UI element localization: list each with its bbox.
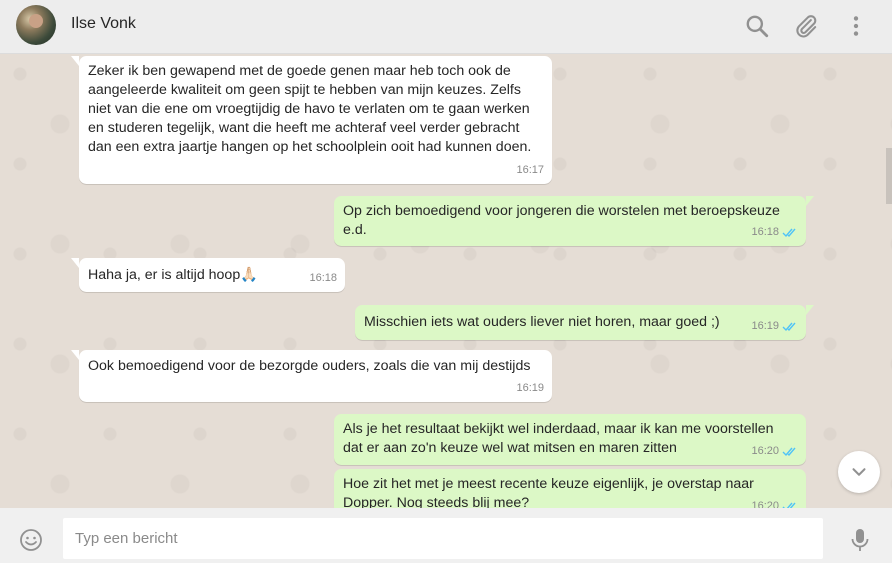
message-time: 16:17 [516,164,544,176]
chat-header: Ilse Vonk [0,0,892,54]
chevron-down-icon [852,468,866,476]
contact-avatar[interactable] [16,5,56,45]
menu-icon[interactable] [843,13,869,39]
message-text: Haha ja, er is altijd hoop🙏🏻 [88,267,258,283]
read-ticks-icon [782,322,796,332]
message-outgoing[interactable]: Als je het resultaat bekijkt wel inderda… [334,414,806,465]
message-incoming[interactable]: Ook bemoedigend voor de bezorgde ouders,… [71,350,552,402]
attach-icon[interactable] [793,13,819,39]
chat-panel[interactable]: Zeker ik ben gewapend met de goede genen… [0,54,892,508]
message-time: 16:18 [751,223,798,242]
composer-bar [0,508,892,563]
read-ticks-icon [782,447,796,457]
message-outgoing[interactable]: Op zich bemoedigend voor jongeren die wo… [334,196,814,246]
scroll-down-button[interactable] [838,451,880,493]
scrollbar-thumb[interactable] [886,148,892,204]
read-ticks-icon [782,228,796,238]
message-text: Hoe zit het met je meest recente keuze e… [343,476,754,508]
message-time: 16:19 [516,382,544,394]
message-time: 16:20 [751,442,798,461]
message-text: Ook bemoedigend voor de bezorgde ouders,… [88,358,531,374]
message-time: 16:18 [309,272,337,284]
message-time: 16:20 [751,497,798,508]
contact-name[interactable]: Ilse Vonk [71,15,136,33]
message-text: Zeker ik ben gewapend met de goede genen… [88,63,532,155]
message-text: Als je het resultaat bekijkt wel inderda… [343,421,774,456]
message-input[interactable] [63,518,823,559]
microphone-icon[interactable] [848,527,872,553]
message-incoming[interactable]: Zeker ik ben gewapend met de goede genen… [71,56,552,184]
message-outgoing[interactable]: Misschien iets wat ouders liever niet ho… [355,305,814,340]
emoji-icon[interactable] [19,528,43,552]
message-time: 16:19 [751,317,798,336]
message-outgoing[interactable]: Hoe zit het met je meest recente keuze e… [334,469,806,508]
search-icon[interactable] [744,13,770,39]
read-ticks-icon [782,502,796,508]
message-text: Misschien iets wat ouders liever niet ho… [364,314,720,330]
message-text: Op zich bemoedigend voor jongeren die wo… [343,203,780,238]
message-incoming[interactable]: Haha ja, er is altijd hoop🙏🏻 16:18 [71,258,345,292]
